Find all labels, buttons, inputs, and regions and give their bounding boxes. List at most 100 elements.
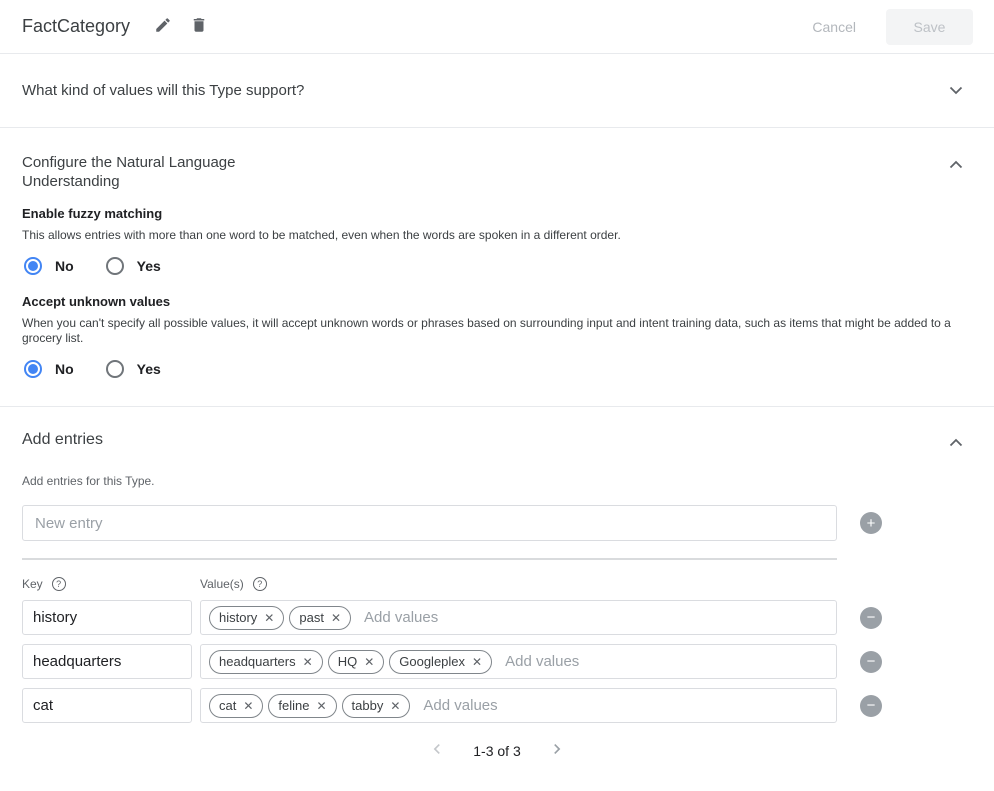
fuzzy-matching-radio-group: No Yes <box>22 253 967 279</box>
fuzzy-no-option[interactable]: No <box>22 257 74 275</box>
value-chip: headquarters ✕ <box>209 650 323 674</box>
remove-value-icon[interactable]: ✕ <box>390 699 400 713</box>
value-chip: past ✕ <box>289 606 351 630</box>
key-column-header: Key ? <box>22 577 200 591</box>
remove-value-icon[interactable]: ✕ <box>264 611 274 625</box>
remove-value-icon[interactable]: ✕ <box>303 655 313 669</box>
entry-row: cat ✕ feline ✕ tabby ✕ Add values − <box>22 688 967 723</box>
chevron-left-icon <box>427 739 447 762</box>
remove-value-icon[interactable]: ✕ <box>331 611 341 625</box>
entry-values-field[interactable]: cat ✕ feline ✕ tabby ✕ Add values <box>200 688 837 723</box>
add-entry-button[interactable]: + <box>860 512 882 534</box>
entries-divider <box>22 558 837 560</box>
value-chip: Googleplex ✕ <box>389 650 492 674</box>
nlu-section: Configure the Natural Language Understan… <box>0 128 994 407</box>
fuzzy-no-label: No <box>55 258 74 274</box>
radio-unselected-icon[interactable] <box>106 360 124 378</box>
cancel-button[interactable]: Cancel <box>812 19 856 35</box>
unknown-values-label: Accept unknown values <box>22 294 967 309</box>
remove-value-icon[interactable]: ✕ <box>243 699 253 713</box>
value-chip: history ✕ <box>209 606 284 630</box>
remove-row-button[interactable]: − <box>860 651 882 673</box>
radio-selected-icon[interactable] <box>24 360 42 378</box>
values-header-label: Value(s) <box>200 577 244 591</box>
new-entry-row: + <box>22 505 967 541</box>
entry-row: headquarters ✕ HQ ✕ Googleplex ✕ Add values − <box>22 644 967 679</box>
chevron-down-icon <box>949 83 963 98</box>
value-chip-label: cat <box>219 698 236 713</box>
value-chip-label: feline <box>278 698 309 713</box>
remove-value-icon[interactable]: ✕ <box>316 699 326 713</box>
entry-values-field[interactable]: history ✕ past ✕ Add values <box>200 600 837 635</box>
nlu-section-header: Configure the Natural Language Understan… <box>22 153 967 191</box>
entries-table-header: Key ? Value(s) ? <box>22 577 967 591</box>
previous-page-button[interactable] <box>427 739 447 762</box>
entries-subtitle: Add entries for this Type. <box>22 474 967 488</box>
new-entry-input[interactable] <box>22 505 837 541</box>
value-chip-label: history <box>219 610 257 625</box>
chevron-up-icon <box>949 157 963 172</box>
edit-name-button[interactable] <box>150 12 176 41</box>
unknown-yes-label: Yes <box>137 361 161 377</box>
value-chip: feline ✕ <box>268 694 336 718</box>
type-editor-page: FactCategory Cancel Save What kind of va… <box>0 0 994 791</box>
remove-row-button[interactable]: − <box>860 695 882 717</box>
values-support-title: What kind of values will this Type suppo… <box>22 82 304 99</box>
values-help-icon[interactable]: ? <box>253 577 267 591</box>
value-chip-label: HQ <box>338 654 358 669</box>
chevron-right-icon <box>547 739 567 762</box>
entry-row: history ✕ past ✕ Add values − <box>22 600 967 635</box>
value-chip: tabby ✕ <box>342 694 411 718</box>
unknown-values-description: When you can't specify all possible valu… <box>22 316 967 346</box>
collapse-entries-button[interactable] <box>945 431 967 454</box>
pagination: 1-3 of 3 <box>22 739 972 762</box>
remove-value-icon[interactable]: ✕ <box>364 655 374 669</box>
fuzzy-yes-label: Yes <box>137 258 161 274</box>
header: FactCategory Cancel Save <box>0 0 994 54</box>
plus-icon: + <box>867 516 876 531</box>
unknown-no-option[interactable]: No <box>22 360 74 378</box>
value-chip-label: tabby <box>352 698 384 713</box>
value-chip-label: past <box>299 610 324 625</box>
collapse-nlu-button[interactable] <box>945 153 967 176</box>
fuzzy-yes-option[interactable]: Yes <box>104 257 161 275</box>
fuzzy-matching-label: Enable fuzzy matching <box>22 206 967 221</box>
entries-rows: history ✕ past ✕ Add values − headquarters ✕ HQ ✕… <box>22 600 967 723</box>
value-chip: HQ ✕ <box>328 650 385 674</box>
expand-values-support-button[interactable] <box>945 79 967 102</box>
value-chip-label: Googleplex <box>399 654 465 669</box>
remove-row-button[interactable]: − <box>860 607 882 629</box>
trash-icon <box>190 16 208 37</box>
next-page-button[interactable] <box>547 739 567 762</box>
unknown-no-label: No <box>55 361 74 377</box>
save-button[interactable]: Save <box>886 9 973 45</box>
page-title: FactCategory <box>22 16 130 37</box>
delete-type-button[interactable] <box>186 12 212 41</box>
entry-key-input[interactable] <box>22 688 192 723</box>
add-values-placeholder: Add values <box>364 609 438 626</box>
unknown-yes-option[interactable]: Yes <box>104 360 161 378</box>
remove-value-icon[interactable]: ✕ <box>472 655 482 669</box>
add-values-placeholder: Add values <box>505 653 579 670</box>
key-help-icon[interactable]: ? <box>52 577 66 591</box>
key-header-label: Key <box>22 577 43 591</box>
value-chip: cat ✕ <box>209 694 263 718</box>
entry-key-input[interactable] <box>22 644 192 679</box>
pencil-icon <box>154 16 172 37</box>
unknown-values-radio-group: No Yes <box>22 356 967 382</box>
entries-section: Add entries Add entries for this Type. +… <box>0 407 994 762</box>
nlu-section-title: Configure the Natural Language Understan… <box>22 153 282 191</box>
entries-section-header: Add entries <box>22 431 967 454</box>
entry-values-field[interactable]: headquarters ✕ HQ ✕ Googleplex ✕ Add values <box>200 644 837 679</box>
page-range-label: 1-3 of 3 <box>473 743 520 759</box>
entries-section-title: Add entries <box>22 431 103 449</box>
chevron-up-icon <box>949 435 963 450</box>
radio-unselected-icon[interactable] <box>106 257 124 275</box>
fuzzy-matching-description: This allows entries with more than one w… <box>22 228 967 243</box>
add-values-placeholder: Add values <box>423 697 497 714</box>
values-support-section: What kind of values will this Type suppo… <box>0 54 994 128</box>
values-column-header: Value(s) ? <box>200 577 267 591</box>
value-chip-label: headquarters <box>219 654 296 669</box>
entry-key-input[interactable] <box>22 600 192 635</box>
radio-selected-icon[interactable] <box>24 257 42 275</box>
